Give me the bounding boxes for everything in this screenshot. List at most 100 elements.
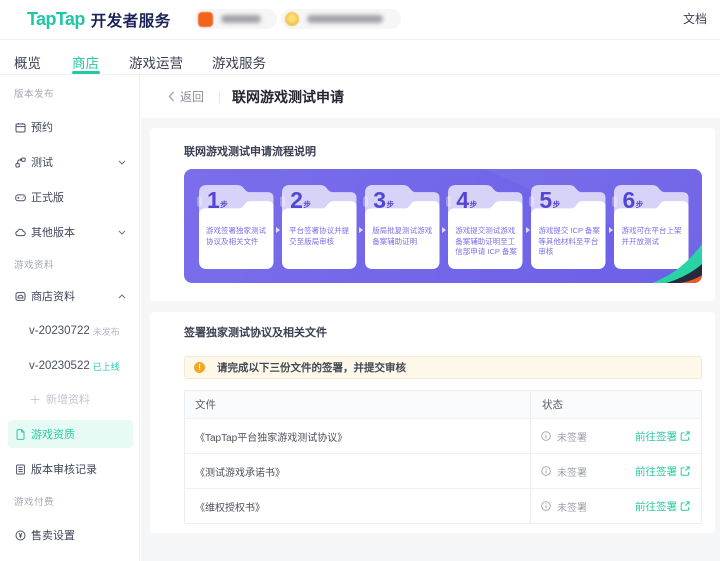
tab-store[interactable]: 商店 xyxy=(72,52,99,72)
back-button[interactable]: 返回 xyxy=(168,88,204,105)
step-number: 4 xyxy=(456,187,468,213)
main-content: 返回 联网游戏测试申请 联网游戏测试申请流程说明 1步 游戏签署独家测试协议及相… xyxy=(141,75,720,561)
process-card: 联网游戏测试申请流程说明 1步 游戏签署独家测试协议及相关文件 xyxy=(150,128,715,301)
store-gamepad-icon xyxy=(15,291,26,302)
file-name: 《测试游戏承诺书》 xyxy=(195,464,285,479)
sidebar-item-label: 其他版本 xyxy=(31,224,75,240)
step-number: 6 xyxy=(622,187,634,213)
step-number: 2 xyxy=(290,187,302,213)
cloud-icon xyxy=(15,227,26,238)
sidebar-section-version-release: 版本发布 xyxy=(0,89,139,101)
version-label: v-20230722 xyxy=(29,325,90,337)
step-unit: 步 xyxy=(553,200,561,209)
logo-product-text: 开发者服务 xyxy=(91,9,171,31)
status-text: 未签署 xyxy=(557,464,587,479)
test-flow-icon xyxy=(15,157,26,168)
sidebar-item-store-info[interactable]: 商店资料 xyxy=(8,282,133,310)
account-badge-user[interactable] xyxy=(281,9,401,29)
sidebar-item-label: 预约 xyxy=(31,119,53,135)
step-side-tab xyxy=(612,196,617,207)
go-sign-label: 前往签署 xyxy=(635,429,677,444)
external-link-icon xyxy=(680,501,690,511)
go-sign-link[interactable]: 前往签署 xyxy=(635,429,690,444)
sidebar-item-label: 版本审核记录 xyxy=(31,461,97,477)
status-text: 未签署 xyxy=(557,499,587,514)
sidebar-item-official-version[interactable]: 正式版 xyxy=(8,183,133,211)
version-label: v-20230522 xyxy=(29,360,90,372)
step-description: 游戏签署独家测试协议及相关文件 xyxy=(206,226,272,247)
process-section-title: 联网游戏测试申请流程说明 xyxy=(150,128,715,159)
step-description: 版局批复测试游戏备案辅助证明 xyxy=(372,226,438,247)
back-label: 返回 xyxy=(180,88,204,105)
tab-game-operation[interactable]: 游戏运营 xyxy=(129,52,183,72)
step-side-tab xyxy=(363,196,368,207)
info-icon xyxy=(541,501,551,511)
file-name: 《TapTap平台独家游戏测试协议》 xyxy=(195,429,347,444)
sidebar-subitem-version-20230522[interactable]: v-20230522 已上线 xyxy=(8,352,133,380)
step-unit: 步 xyxy=(386,200,394,209)
tab-game-services[interactable]: 游戏服务 xyxy=(212,52,266,72)
step-unit: 步 xyxy=(220,200,228,209)
column-header-status: 状态 xyxy=(531,391,701,418)
account-badge-app[interactable] xyxy=(194,9,277,29)
sidebar-item-game-qualification[interactable]: 游戏资质 xyxy=(8,420,133,448)
gamepad-icon xyxy=(15,192,26,203)
sidebar-subitem-version-20230722[interactable]: v-20230722 未发布 xyxy=(8,317,133,345)
sidebar-section-game-payment: 游戏付费 xyxy=(0,497,139,509)
info-icon xyxy=(541,431,551,441)
sidebar-item-label: 正式版 xyxy=(31,189,64,205)
external-link-icon xyxy=(680,466,690,476)
file-name: 《维权授权书》 xyxy=(195,499,265,514)
step-number: 3 xyxy=(373,187,385,213)
step-arrow-icon xyxy=(609,227,613,233)
go-sign-link[interactable]: 前往签署 xyxy=(635,464,690,479)
sidebar-subitem-add-new[interactable]: ＋ 新增资料 xyxy=(8,385,133,413)
page-title: 联网游戏测试申请 xyxy=(232,87,344,107)
review-list-icon xyxy=(15,464,26,475)
step-side-tab xyxy=(280,196,285,207)
go-sign-link[interactable]: 前往签署 xyxy=(635,499,690,514)
process-step-4: 4步 游戏提交测试游戏备案辅助证明至工信部申请 ICP 备案 xyxy=(448,183,523,269)
chevron-up-icon xyxy=(118,294,126,299)
version-status-badge: 已上线 xyxy=(93,360,120,373)
sign-alert: ! 请完成以下三份文件的签署，并提交审核 xyxy=(184,356,702,379)
sidebar-item-sale-settings[interactable]: 售卖设置 xyxy=(8,521,133,549)
process-banner: 1步 游戏签署独家测试协议及相关文件 2步 平台签署协议并提交至版局审核 xyxy=(184,169,702,283)
step-description: 游戏提交测试游戏备案辅助证明至工信部申请 ICP 备案 xyxy=(455,226,521,258)
step-arrow-icon xyxy=(276,227,280,233)
active-tab-underline xyxy=(72,71,100,74)
document-icon xyxy=(15,429,26,440)
step-number: 5 xyxy=(539,187,551,213)
step-arrow-icon xyxy=(442,227,446,233)
sidebar-item-other-versions[interactable]: 其他版本 xyxy=(8,218,133,246)
column-header-file: 文件 xyxy=(185,391,531,418)
step-number: 1 xyxy=(207,187,219,213)
sidebar-item-reservation[interactable]: 预约 xyxy=(8,113,133,141)
blurred-app-name xyxy=(221,15,261,23)
sidebar-item-label: 游戏资质 xyxy=(31,426,75,442)
step-unit: 步 xyxy=(470,200,478,209)
sign-section-title: 签署独家测试协议及相关文件 xyxy=(150,312,715,340)
taptap-logo[interactable]: TapTap 开发者服务 xyxy=(27,0,171,39)
sidebar-item-label: 商店资料 xyxy=(31,288,75,304)
documents-table: 文件 状态 《TapTap平台独家游戏测试协议》 未签署 前往签署 xyxy=(184,390,702,524)
step-description: 游戏提交 ICP 备案等其他材料至平台审核 xyxy=(538,226,604,258)
process-step-2: 2步 平台签署协议并提交至版局审核 xyxy=(282,183,357,269)
sidebar: 版本发布 预约 测试 xyxy=(0,75,140,561)
table-row: 《TapTap平台独家游戏测试协议》 未签署 前往签署 xyxy=(185,418,701,453)
primary-nav: 概览 商店 游戏运营 游戏服务 xyxy=(0,40,720,75)
tab-overview[interactable]: 概览 xyxy=(14,52,41,72)
sidebar-item-test[interactable]: 测试 xyxy=(8,148,133,176)
sidebar-item-label: 测试 xyxy=(31,154,53,170)
docs-link[interactable]: 文档 xyxy=(683,0,707,39)
go-sign-label: 前往签署 xyxy=(635,464,677,479)
info-icon xyxy=(541,466,551,476)
user-avatar-icon xyxy=(285,12,299,26)
sidebar-item-version-review-history[interactable]: 版本审核记录 xyxy=(8,455,133,483)
go-sign-label: 前往签署 xyxy=(635,499,677,514)
process-step-1: 1步 游戏签署独家测试协议及相关文件 xyxy=(199,183,274,269)
table-header-row: 文件 状态 xyxy=(185,391,701,418)
add-new-label: 新增资料 xyxy=(46,391,90,407)
plus-icon: ＋ xyxy=(29,391,41,408)
app-avatar-icon xyxy=(198,12,213,27)
